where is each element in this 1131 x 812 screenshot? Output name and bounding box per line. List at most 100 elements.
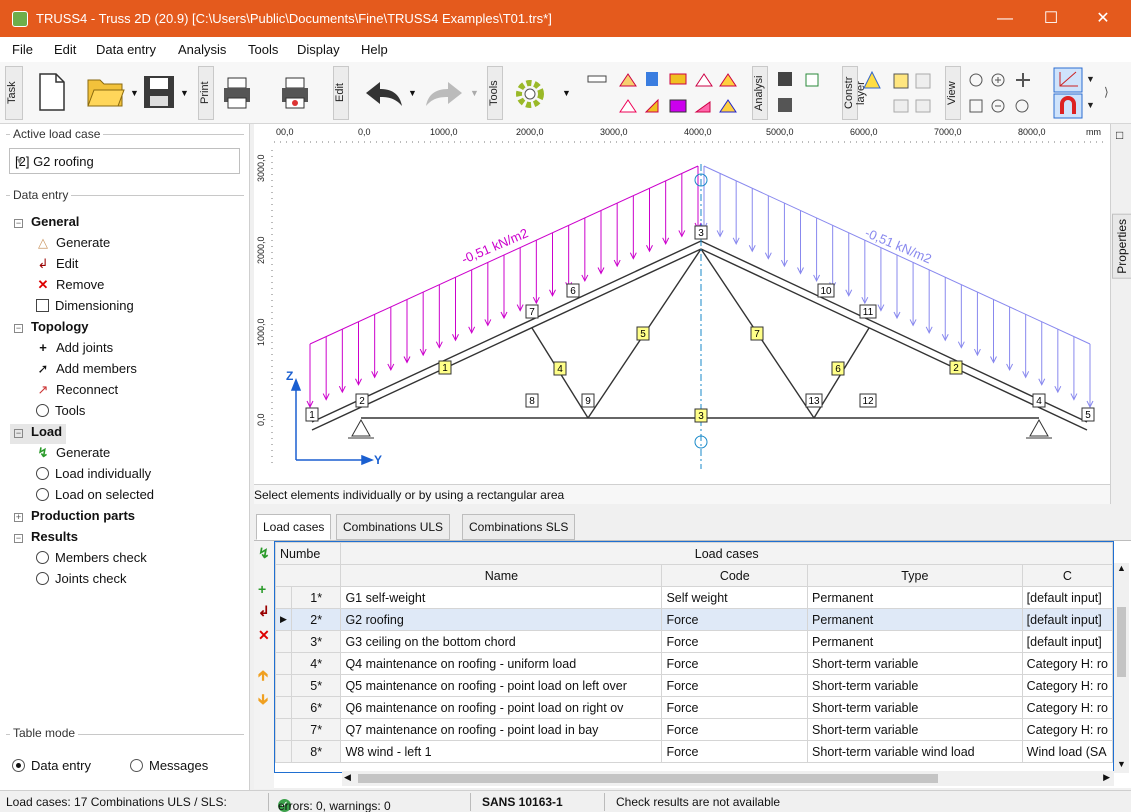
row-c[interactable]: Wind load (SA xyxy=(1021,740,1113,763)
structure-icons[interactable] xyxy=(890,70,940,116)
member-label[interactable]: 5 xyxy=(640,329,646,340)
joint-label[interactable]: 2 xyxy=(359,396,365,407)
generate-lightning-icon[interactable]: ↯ xyxy=(258,545,270,562)
redo-dropdown-icon[interactable]: ▼ xyxy=(470,88,479,98)
row-code[interactable]: Force xyxy=(661,740,809,763)
row-type[interactable]: Permanent xyxy=(807,630,1023,653)
tree-generate[interactable]: △ Generate xyxy=(36,235,110,255)
analysis-label[interactable]: Analysi xyxy=(752,66,768,120)
printer-icon[interactable] xyxy=(222,76,252,110)
mode-data-entry-radio[interactable]: Data entry xyxy=(12,758,91,778)
zoom-icons[interactable] xyxy=(966,68,1046,118)
tree-production-parts[interactable]: + Production parts xyxy=(14,508,135,528)
joint-label[interactable]: 9 xyxy=(585,396,591,407)
row-c[interactable]: [default input] xyxy=(1021,586,1113,609)
open-folder-icon[interactable] xyxy=(86,74,126,110)
tree-add-members[interactable]: ➚ Add members xyxy=(36,361,137,381)
undo-dropdown-icon[interactable]: ▼ xyxy=(408,88,417,98)
row-name[interactable]: Q4 maintenance on roofing - uniform load xyxy=(340,652,663,675)
truss-drawing[interactable]: 00,0 0,0 1000,0 2000,0 3000,0 4000,0 500… xyxy=(254,124,1110,484)
joint-label[interactable]: 10 xyxy=(820,286,832,297)
tree-reconnect[interactable]: ↗ Reconnect xyxy=(36,382,119,402)
tree-load[interactable]: − Load xyxy=(10,424,67,444)
joint-label[interactable]: 11 xyxy=(863,307,874,318)
menu-display[interactable]: Display xyxy=(297,42,340,57)
menu-file[interactable]: File xyxy=(12,42,33,57)
save-dropdown-icon[interactable]: ▼ xyxy=(180,88,189,98)
member-label[interactable]: 6 xyxy=(835,364,841,375)
row-code[interactable]: Force xyxy=(661,674,809,697)
tree-remove[interactable]: ✕ Remove xyxy=(36,277,105,297)
minimize-button[interactable]: — xyxy=(982,4,1028,33)
menu-tools[interactable]: Tools xyxy=(248,42,278,57)
menu-data-entry[interactable]: Data entry xyxy=(96,42,156,57)
open-dropdown-icon[interactable]: ▼ xyxy=(130,88,139,98)
tab-load-cases[interactable]: Load cases xyxy=(256,514,332,540)
edit-row-icon[interactable]: ↲ xyxy=(258,603,270,620)
snap-icons[interactable]: ▼ ▼ ⟩ xyxy=(1052,66,1118,120)
scroll-up-icon[interactable]: ▲ xyxy=(1117,563,1126,573)
table-row[interactable]: 3* G3 ceiling on the bottom chord Force Per… xyxy=(275,630,1113,653)
view-label[interactable]: View xyxy=(945,66,961,120)
row-c[interactable]: Category H: ro xyxy=(1021,718,1113,741)
settings-gear-icon[interactable] xyxy=(512,76,548,112)
joint-label[interactable]: 3 xyxy=(698,228,704,239)
joint-label[interactable]: 6 xyxy=(570,286,576,297)
table-row[interactable]: 7* Q7 maintenance on roofing - point load… xyxy=(275,718,1113,741)
row-type[interactable]: Short-term variable xyxy=(807,674,1023,697)
row-name[interactable]: W8 wind - left 1 xyxy=(340,740,663,763)
row-type[interactable]: Short-term variable xyxy=(807,652,1023,675)
row-code[interactable]: Force xyxy=(661,652,809,675)
tree-members-check[interactable]: Members check xyxy=(36,550,147,570)
pin-icon[interactable]: □ xyxy=(1116,128,1123,142)
row-type[interactable]: Short-term variable wind load xyxy=(807,740,1023,763)
table-row[interactable]: 1* G1 self-weight Self weight Permanent [def… xyxy=(275,586,1113,609)
tree-results[interactable]: − Results xyxy=(14,529,78,549)
new-file-icon[interactable] xyxy=(36,72,68,112)
joint-label[interactable]: 4 xyxy=(1036,396,1042,407)
move-down-icon[interactable]: 🡳 xyxy=(258,689,268,713)
c-column-header[interactable]: C xyxy=(1021,564,1113,587)
ruler-icon[interactable] xyxy=(586,68,608,90)
maximize-button[interactable]: ☐ xyxy=(1028,4,1074,33)
vertical-scrollbar[interactable]: ▲ ▼ xyxy=(1114,563,1129,773)
construction-layer-label[interactable]: Constr layer xyxy=(842,66,867,120)
row-name[interactable]: G2 roofing xyxy=(340,608,663,631)
row-c[interactable]: Category H: ro xyxy=(1021,652,1113,675)
scroll-left-icon[interactable]: ◀ xyxy=(344,772,351,783)
tree-edit[interactable]: ↲ Edit xyxy=(36,256,79,276)
print-label[interactable]: Print xyxy=(198,66,214,120)
table-row[interactable]: 5* Q5 maintenance on roofing - point load… xyxy=(275,674,1113,697)
load-cases-table[interactable]: Numbe Load cases Name Code Type C 1* G1 s… xyxy=(274,541,1114,773)
redo-icon[interactable] xyxy=(424,80,464,108)
tab-combinations-sls[interactable]: Combinations SLS xyxy=(462,514,576,540)
remove-row-icon[interactable]: ✕ xyxy=(258,627,270,644)
row-name[interactable]: Q6 maintenance on roofing - point load o… xyxy=(340,696,663,719)
tree-tools[interactable]: Tools xyxy=(36,403,85,423)
row-name[interactable]: Q5 maintenance on roofing - point load o… xyxy=(340,674,663,697)
scroll-thumb[interactable] xyxy=(358,774,938,783)
member-label[interactable]: 1 xyxy=(442,363,448,374)
member-label[interactable]: 4 xyxy=(557,364,563,375)
row-c[interactable]: Category H: ro xyxy=(1021,696,1113,719)
number-column-header[interactable]: Numbe xyxy=(275,542,342,565)
scroll-down-icon[interactable]: ▼ xyxy=(1117,759,1126,769)
tree-topology[interactable]: − Topology xyxy=(14,319,89,339)
drawing-canvas[interactable]: 00,0 0,0 1000,0 2000,0 3000,0 4000,0 500… xyxy=(254,124,1110,504)
truss-members[interactable] xyxy=(311,240,1088,431)
layer-icon[interactable] xyxy=(862,70,882,90)
member-label[interactable]: 2 xyxy=(953,363,959,374)
tree-add-joints[interactable]: + Add joints xyxy=(36,340,113,360)
tree-load-on-selected[interactable]: Load on selected xyxy=(36,487,154,507)
joint-label[interactable]: 8 xyxy=(529,396,535,407)
row-code[interactable]: Force xyxy=(661,696,809,719)
row-c[interactable]: Category H: ro xyxy=(1021,674,1113,697)
table-row[interactable]: 4* Q4 maintenance on roofing - uniform lo… xyxy=(275,652,1113,675)
tools-label[interactable]: Tools xyxy=(487,66,503,120)
active-load-case-select[interactable]: [2] G2 roofing ▼ xyxy=(9,148,240,174)
row-name[interactable]: G3 ceiling on the bottom chord xyxy=(340,630,663,653)
print-preview-icon[interactable] xyxy=(280,76,310,110)
tab-combinations-uls[interactable]: Combinations ULS xyxy=(336,514,451,540)
row-type[interactable]: Permanent xyxy=(807,608,1023,631)
table-row-selected[interactable]: ▶ 2* G2 roofing Force Permanent [default inpu… xyxy=(275,608,1113,631)
